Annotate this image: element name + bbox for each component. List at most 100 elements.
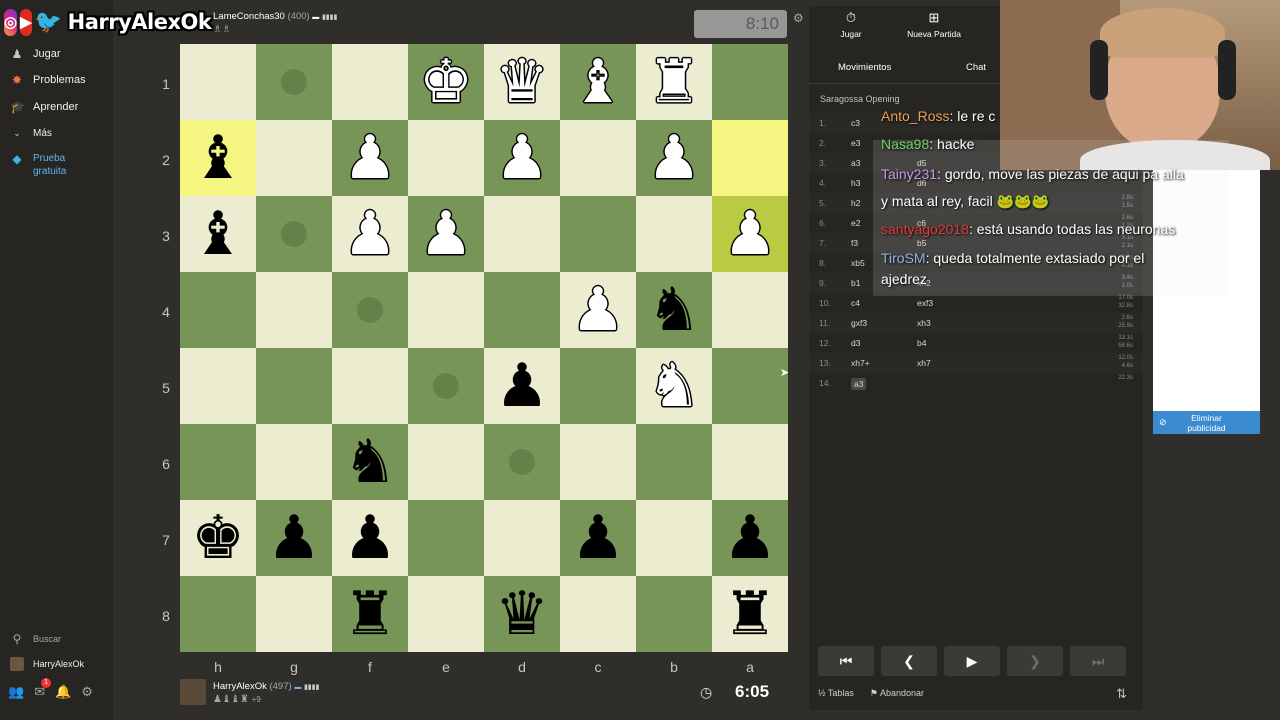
board-square[interactable] [484,424,560,500]
white-pawn-icon[interactable]: ♟ [647,128,701,188]
white-pawn-icon[interactable]: ♟ [723,204,777,264]
board-square[interactable] [180,272,256,348]
board-square[interactable] [712,348,788,424]
board-square[interactable]: ♟ [712,500,788,576]
board-square[interactable] [256,424,332,500]
draw-button[interactable]: ½ Tablas [818,688,854,699]
white-queen-icon[interactable]: ♛ [495,52,549,112]
board-square[interactable] [332,272,408,348]
white-king-icon[interactable]: ♚ [419,52,473,112]
sidebar-search[interactable]: ⚲ Buscar [10,630,61,648]
white-pawn-icon[interactable]: ♟ [571,280,625,340]
black-pawn-icon[interactable]: ♟ [723,508,777,568]
board-square[interactable]: ♚ [180,500,256,576]
board-square[interactable] [636,196,712,272]
tab-chat[interactable]: Chat [966,62,986,73]
white-pawn-icon[interactable]: ♟ [495,128,549,188]
board-square[interactable] [408,272,484,348]
board-square[interactable] [332,44,408,120]
board-square[interactable] [256,120,332,196]
legal-move-dot[interactable] [357,297,383,323]
player-name[interactable]: HarryAlexOk [213,681,267,692]
white-move[interactable]: xb5 [851,258,865,268]
board-square[interactable] [256,272,332,348]
white-rook-icon[interactable]: ♜ [647,52,701,112]
board-square[interactable] [408,348,484,424]
board-square[interactable] [256,348,332,424]
board-square[interactable] [484,500,560,576]
sidebar-item-jugar[interactable]: ♟ Jugar [10,45,61,63]
black-queen-icon[interactable]: ♛ [495,584,549,644]
board-square[interactable]: ♝ [180,196,256,272]
sidebar-item-aprender[interactable]: 🎓 Aprender [10,98,78,116]
board-square[interactable] [180,576,256,652]
board-square[interactable] [636,424,712,500]
white-bishop-icon[interactable]: ♝ [571,52,625,112]
white-move[interactable]: c4 [851,298,860,308]
board-square[interactable]: ♛ [484,576,560,652]
board-square[interactable]: ♚ [408,44,484,120]
black-king-icon[interactable]: ♚ [191,508,245,568]
board-square[interactable]: ♝ [180,120,256,196]
white-move[interactable]: h3 [851,178,860,188]
white-pawn-icon[interactable]: ♟ [343,204,397,264]
board-square[interactable] [256,196,332,272]
board-square[interactable]: ♟ [332,500,408,576]
board-square[interactable] [408,500,484,576]
black-pawn-icon[interactable]: ♟ [343,508,397,568]
black-move[interactable]: xh3 [917,318,931,328]
black-rook-icon[interactable]: ♜ [723,584,777,644]
tab-moves[interactable]: Movimientos [838,62,891,73]
sidebar-item-mas[interactable]: ⌄ Más [10,124,52,142]
board-square[interactable]: ♟ [332,120,408,196]
legal-move-dot[interactable] [281,69,307,95]
friends-icon[interactable]: 👥 [8,684,24,700]
white-move[interactable]: b1 [851,278,860,288]
player-avatar[interactable] [180,679,206,705]
board-square[interactable] [636,500,712,576]
white-move[interactable]: e2 [851,218,860,228]
last-move-button[interactable]: ⏭ [1070,646,1126,676]
opponent-name[interactable]: LameConchas30 [213,11,285,22]
legal-move-dot[interactable] [509,449,535,475]
black-pawn-icon[interactable]: ♟ [571,508,625,568]
white-move[interactable]: c3 [851,118,860,128]
white-move[interactable]: a3 [851,158,860,168]
legal-move-dot[interactable] [433,373,459,399]
board-square[interactable]: ♟ [332,196,408,272]
board-square[interactable]: ♟ [560,272,636,348]
board-square[interactable]: ♜ [636,44,712,120]
board-square[interactable] [712,424,788,500]
black-move[interactable]: exf3 [917,298,933,308]
board-square[interactable]: ♟ [484,348,560,424]
white-knight-icon[interactable]: ♞ [647,356,701,416]
first-move-button[interactable]: ⏮ [818,646,874,676]
board-square[interactable]: ♞ [636,348,712,424]
black-bishop-icon[interactable]: ♝ [191,128,245,188]
bell-icon[interactable]: 🔔 [55,684,71,700]
board-square[interactable] [636,576,712,652]
board-square[interactable] [484,196,560,272]
board-square[interactable]: ♟ [484,120,560,196]
gear-icon[interactable]: ⚙ [81,684,93,700]
previous-move-button[interactable]: ❮ [881,646,937,676]
white-pawn-icon[interactable]: ♟ [343,128,397,188]
board-square[interactable] [560,348,636,424]
messages-icon[interactable]: ✉ 1 [34,678,52,700]
black-move[interactable]: xh7 [917,358,931,368]
black-rook-icon[interactable]: ♜ [343,584,397,644]
board-settings-icon[interactable]: ⚙ [793,11,804,25]
black-move[interactable]: b4 [917,338,926,348]
white-move[interactable]: d3 [851,338,860,348]
next-move-button[interactable]: ❯ [1007,646,1063,676]
black-bishop-icon[interactable]: ♝ [191,204,245,264]
flip-board-icon[interactable]: ⇅ [1116,686,1127,702]
board-square[interactable] [712,44,788,120]
board-square[interactable] [712,272,788,348]
legal-move-dot[interactable] [281,221,307,247]
board-square[interactable]: ♛ [484,44,560,120]
chess-board[interactable]: ♚ ♛ ♝ ♜ ♝ ♟ ♟ ♟ ♝ ♟ ♟ ♟ ♟ ♞ ♟ ♞ ♞ ♚ ♟ ♟ ♟ ♟ ♜ ♛ ♜ [180,44,788,652]
board-square[interactable] [256,576,332,652]
board-square[interactable] [256,44,332,120]
black-pawn-icon[interactable]: ♟ [495,356,549,416]
